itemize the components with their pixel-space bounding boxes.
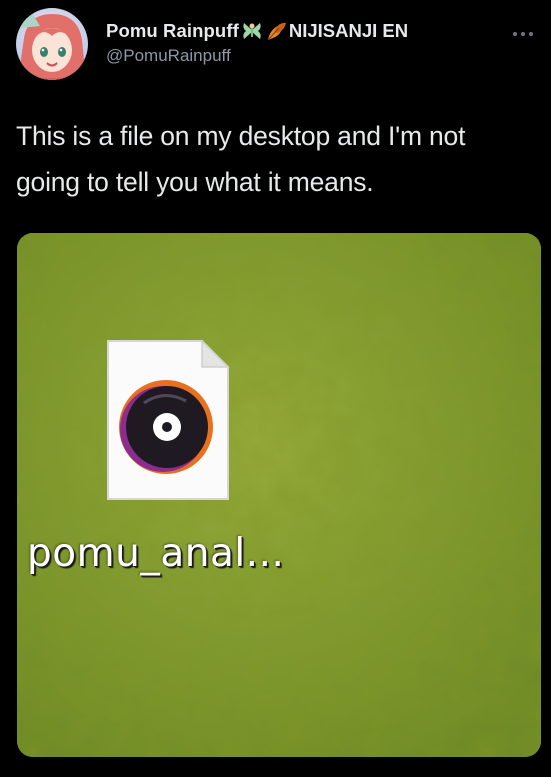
display-name[interactable]: Pomu Rainpuff xyxy=(106,20,239,42)
more-horizontal-icon[interactable] xyxy=(506,22,540,46)
affiliation-label: NIJISANJI EN xyxy=(288,20,409,41)
tweet-header: Pomu Rainpuff NIJISANJI EN @PomuRainpuff xyxy=(0,0,551,96)
audio-file-icon[interactable] xyxy=(106,339,230,501)
fairy-emoji-icon xyxy=(241,20,263,42)
leaf-emoji-icon xyxy=(265,20,287,42)
tweet-media-image[interactable]: pomu_anal... xyxy=(17,233,541,757)
desktop-background xyxy=(17,233,541,757)
author-name-row[interactable]: Pomu Rainpuff NIJISANJI EN xyxy=(106,18,408,44)
avatar-image xyxy=(16,8,88,80)
tweet-text-line: This is a file on my desktop and I'm not xyxy=(16,121,466,151)
tweet-text-line: going to tell you what it means. xyxy=(16,167,374,197)
avatar[interactable] xyxy=(16,8,88,80)
file-name-label[interactable]: pomu_anal... xyxy=(27,531,284,576)
author-handle[interactable]: @PomuRainpuff xyxy=(106,46,231,66)
tweet-text: This is a file on my desktop and I'm not… xyxy=(16,113,546,205)
